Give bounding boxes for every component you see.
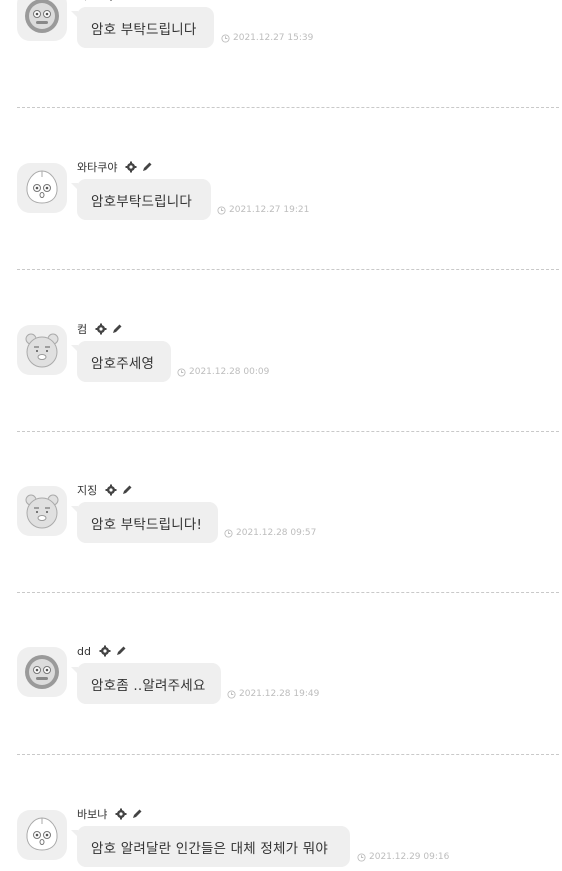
clock-icon: [221, 33, 230, 43]
comment-item: 컴 암호주세영 2021.12.28 00:09: [0, 323, 562, 385]
divider: [17, 754, 559, 755]
clock-icon: [177, 367, 186, 377]
timestamp-text: 2021.12.27 15:39: [233, 33, 314, 43]
apeach-icon[interactable]: [17, 810, 67, 860]
divider: [17, 592, 559, 593]
author-name[interactable]: 와타쿠야: [77, 159, 117, 175]
author-row: 지징: [77, 482, 137, 498]
pencil-icon[interactable]: [111, 323, 123, 335]
clock-icon: [217, 205, 226, 215]
clock-icon: [227, 689, 236, 699]
gear-icon[interactable]: [105, 484, 117, 496]
muzi-hood-icon[interactable]: [17, 0, 67, 41]
comment-item: 태윤 암호 부탁드립니다 2021.12.27 15:39: [0, 0, 562, 51]
divider: [17, 107, 559, 108]
timestamp: 2021.12.27 19:21: [217, 205, 309, 215]
divider: [17, 431, 559, 432]
timestamp: 2021.12.28 00:09: [177, 367, 269, 377]
author-name[interactable]: 지징: [77, 482, 97, 498]
comment-bubble: 암호좀 ..알려주세요: [71, 663, 221, 704]
pencil-icon[interactable]: [121, 0, 133, 1]
timestamp: 2021.12.29 09:16: [357, 852, 449, 862]
timestamp-text: 2021.12.28 00:09: [189, 367, 270, 377]
clock-icon: [224, 528, 233, 538]
apeach-icon[interactable]: [17, 163, 67, 213]
ryan-icon[interactable]: [17, 325, 67, 375]
timestamp-text: 2021.12.29 09:16: [369, 852, 450, 862]
gear-icon[interactable]: [99, 645, 111, 657]
clock-icon: [357, 852, 366, 862]
author-name[interactable]: 태윤: [77, 0, 97, 3]
author-row: 태윤: [77, 0, 137, 3]
gear-icon[interactable]: [105, 0, 117, 1]
gear-icon[interactable]: [125, 161, 137, 173]
author-row: 와타쿠야: [77, 159, 157, 175]
divider: [17, 269, 559, 270]
timestamp: 2021.12.28 09:57: [224, 528, 316, 538]
author-name[interactable]: 컴: [77, 321, 87, 337]
timestamp-text: 2021.12.28 19:49: [239, 689, 320, 699]
gear-icon[interactable]: [115, 808, 127, 820]
comment-item: 와타쿠야 암호부탁드립니다 2021.12.27 19:21: [0, 161, 562, 223]
muzi-hood-icon[interactable]: [17, 647, 67, 697]
gear-icon[interactable]: [95, 323, 107, 335]
timestamp: 2021.12.28 19:49: [227, 689, 319, 699]
author-row: 컴: [77, 321, 127, 337]
comment-bubble: 암호 알려달란 인간들은 대체 정체가 뭐야: [71, 826, 350, 867]
timestamp-text: 2021.12.28 09:57: [236, 528, 317, 538]
pencil-icon[interactable]: [115, 645, 127, 657]
author-row: 바보냐: [77, 806, 147, 822]
comment-bubble: 암호주세영: [71, 341, 171, 382]
comment-bubble: 암호부탁드립니다: [71, 179, 211, 220]
comment-item: dd 암호좀 ..알려주세요 2021.12.28 19:49: [0, 645, 562, 707]
ryan-icon[interactable]: [17, 486, 67, 536]
comment-bubble: 암호 부탁드립니다: [71, 7, 214, 48]
author-name[interactable]: dd: [77, 645, 91, 658]
timestamp: 2021.12.27 15:39: [221, 33, 313, 43]
comment-item: 지징 암호 부탁드립니다! 2021.12.28 09:57: [0, 484, 562, 546]
pencil-icon[interactable]: [131, 808, 143, 820]
timestamp-text: 2021.12.27 19:21: [229, 205, 310, 215]
comment-item: 바보냐 암호 알려달란 인간들은 대체 정체가 뭐야 2021.12.29 09…: [0, 808, 562, 870]
author-name[interactable]: 바보냐: [77, 806, 107, 822]
author-row: dd: [77, 643, 131, 659]
comment-bubble: 암호 부탁드립니다!: [71, 502, 218, 543]
pencil-icon[interactable]: [121, 484, 133, 496]
pencil-icon[interactable]: [141, 161, 153, 173]
